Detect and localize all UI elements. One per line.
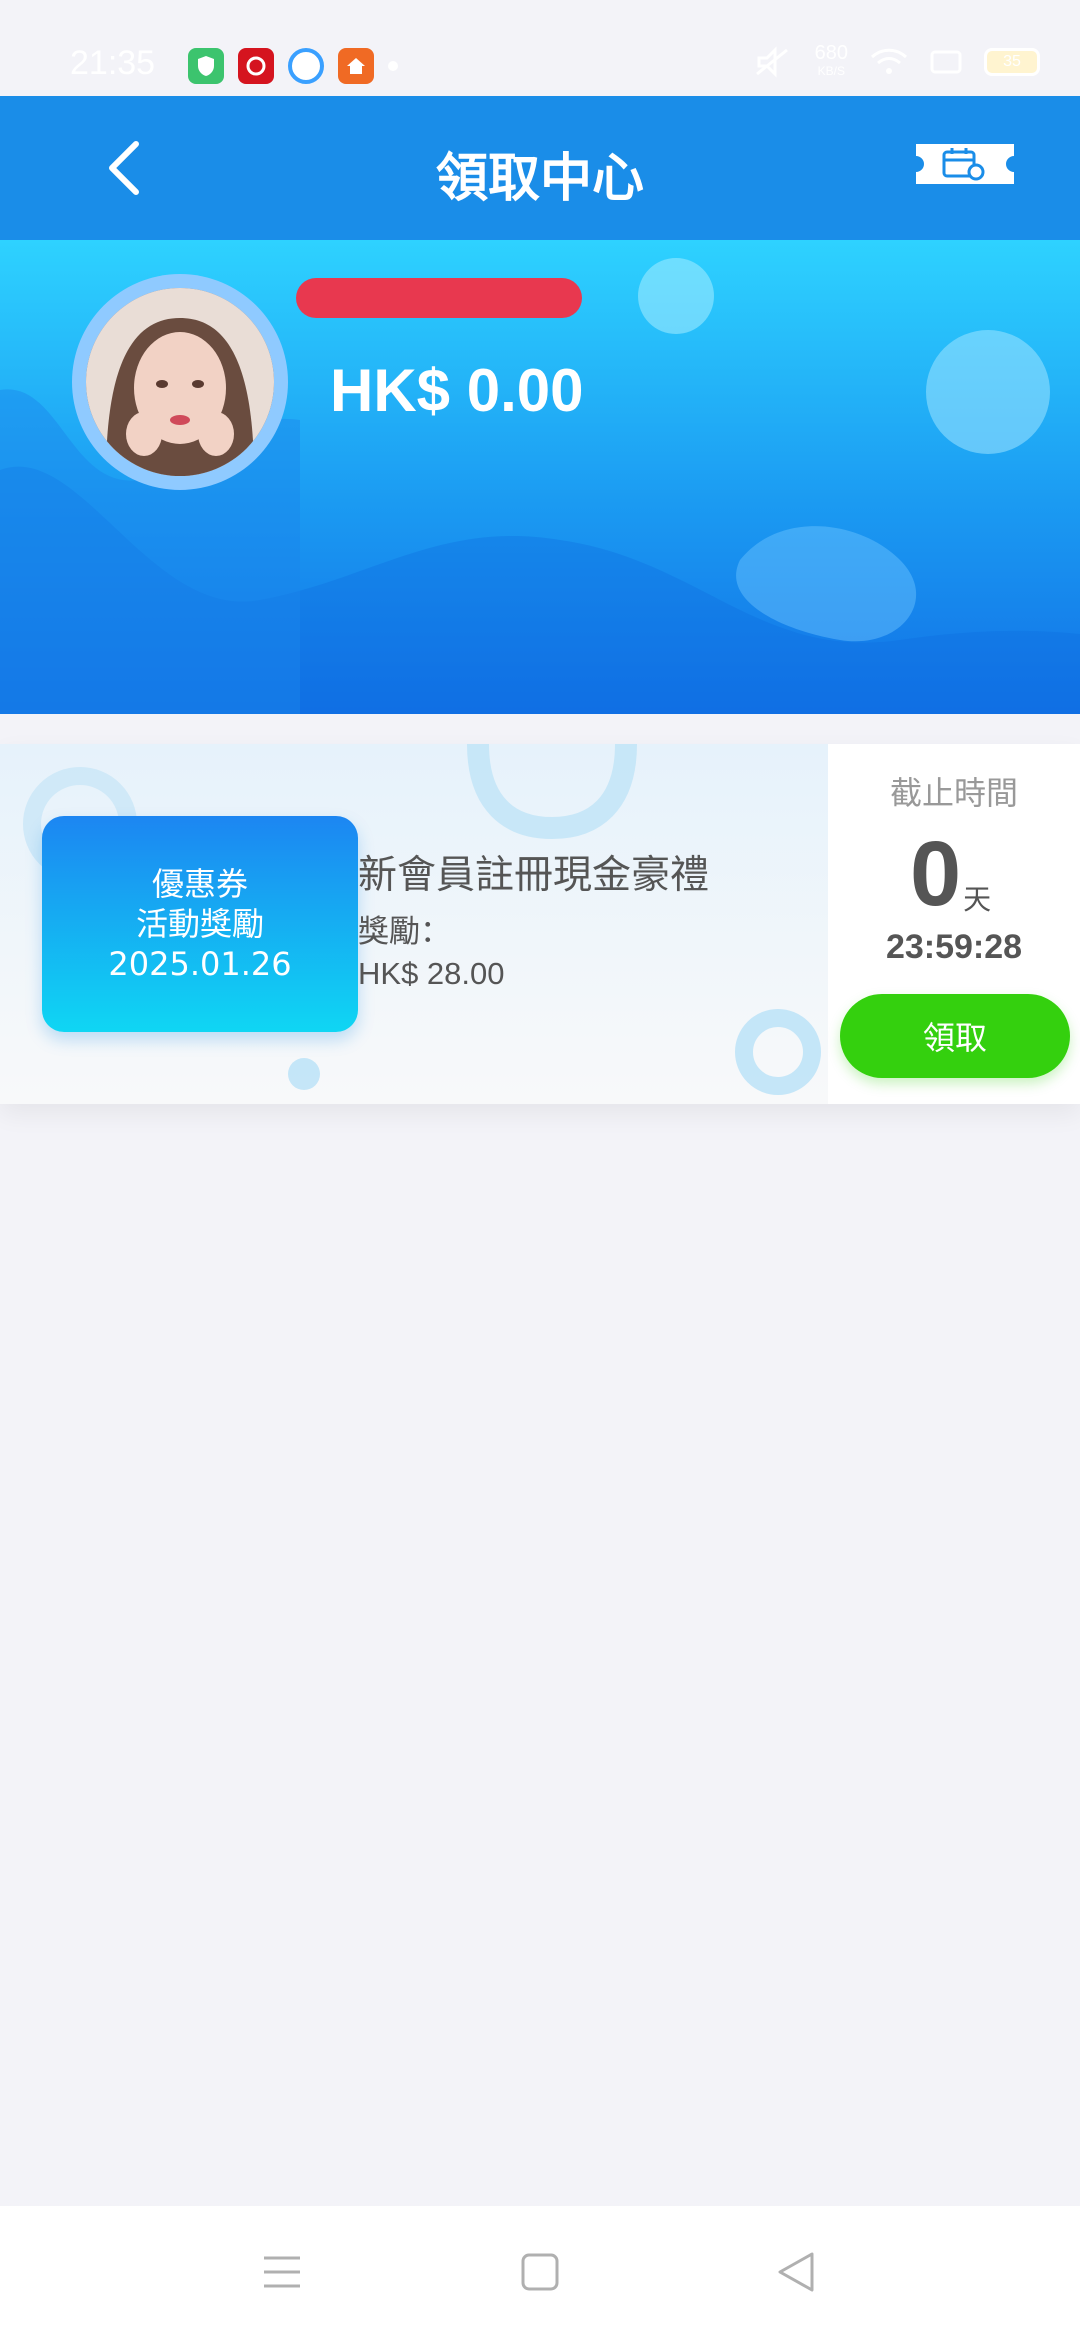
wifi-icon <box>870 48 908 74</box>
badge-line1: 優惠券 <box>151 865 248 903</box>
screen-cast-icon <box>930 50 962 74</box>
days-remaining: 0 天 <box>910 824 991 924</box>
ticket-icon <box>916 144 1014 184</box>
home-app-icon <box>338 48 374 84</box>
shield-app-icon <box>188 48 224 84</box>
recent-apps-button[interactable] <box>252 2242 312 2302</box>
mute-icon <box>755 46 788 78</box>
days-number: 0 <box>910 823 962 925</box>
square-home-icon <box>521 2253 559 2291</box>
reward-amount: HK$ 28.00 <box>358 956 505 991</box>
avatar[interactable] <box>86 288 274 476</box>
network-speed-value: 680 <box>814 42 848 64</box>
reward-label: 獎勵： <box>358 914 451 950</box>
reward-card-info: 優惠券 活動獎勵 2025.01.26 新會員註冊現金豪禮 獎勵： HK$ 28… <box>0 744 828 1104</box>
coupon-ticket-button[interactable] <box>912 140 1018 188</box>
battery-level: 35 <box>1003 53 1021 70</box>
system-navigation-bar <box>0 2206 1080 2340</box>
reward-card: 優惠券 活動獎勵 2025.01.26 新會員註冊現金豪禮 獎勵： HK$ 28… <box>0 744 1080 1104</box>
battery-icon: 35 <box>984 48 1040 76</box>
reward-title: 新會員註冊現金豪禮 <box>358 853 710 898</box>
notification-dot-icon <box>388 61 398 71</box>
avatar-ring <box>72 274 288 490</box>
countdown-timer: 23:59:28 <box>885 928 1023 966</box>
status-indicators: 680 KB/S 35 <box>753 42 1040 80</box>
username-redacted <box>296 278 582 318</box>
deadline-label: 截止時間 <box>889 774 1018 812</box>
coupon-badge: 優惠券 活動獎勵 2025.01.26 <box>42 816 358 1032</box>
network-speed-unit: KB/S <box>817 64 845 78</box>
reward-deadline-panel: 截止時間 0 天 23:59:28 領取 <box>828 744 1080 1104</box>
badge-date: 2025.01.26 <box>108 945 292 983</box>
days-unit: 天 <box>963 883 992 916</box>
home-button[interactable] <box>510 2242 570 2302</box>
status-time: 21:35 <box>70 44 156 82</box>
back-nav-button[interactable] <box>766 2242 826 2302</box>
menu-icon <box>264 2256 300 2288</box>
triangle-back-icon <box>778 2252 814 2292</box>
shopping-app-icon <box>238 48 274 84</box>
user-photo-icon <box>86 288 274 476</box>
app-header: 領取中心 <box>0 96 1080 240</box>
camera-app-icon <box>288 48 324 84</box>
claim-button[interactable]: 領取 <box>840 994 1070 1078</box>
profile-banner: HK$ 0.00 <box>0 240 1080 714</box>
status-app-icons <box>188 48 398 84</box>
status-bar: 21:35 680 KB/S 35 <box>0 0 1080 96</box>
balance-value: HK$ 0.00 <box>330 357 584 424</box>
badge-line2: 活動獎勵 <box>135 905 264 943</box>
network-speed: 680 KB/S <box>814 42 848 80</box>
